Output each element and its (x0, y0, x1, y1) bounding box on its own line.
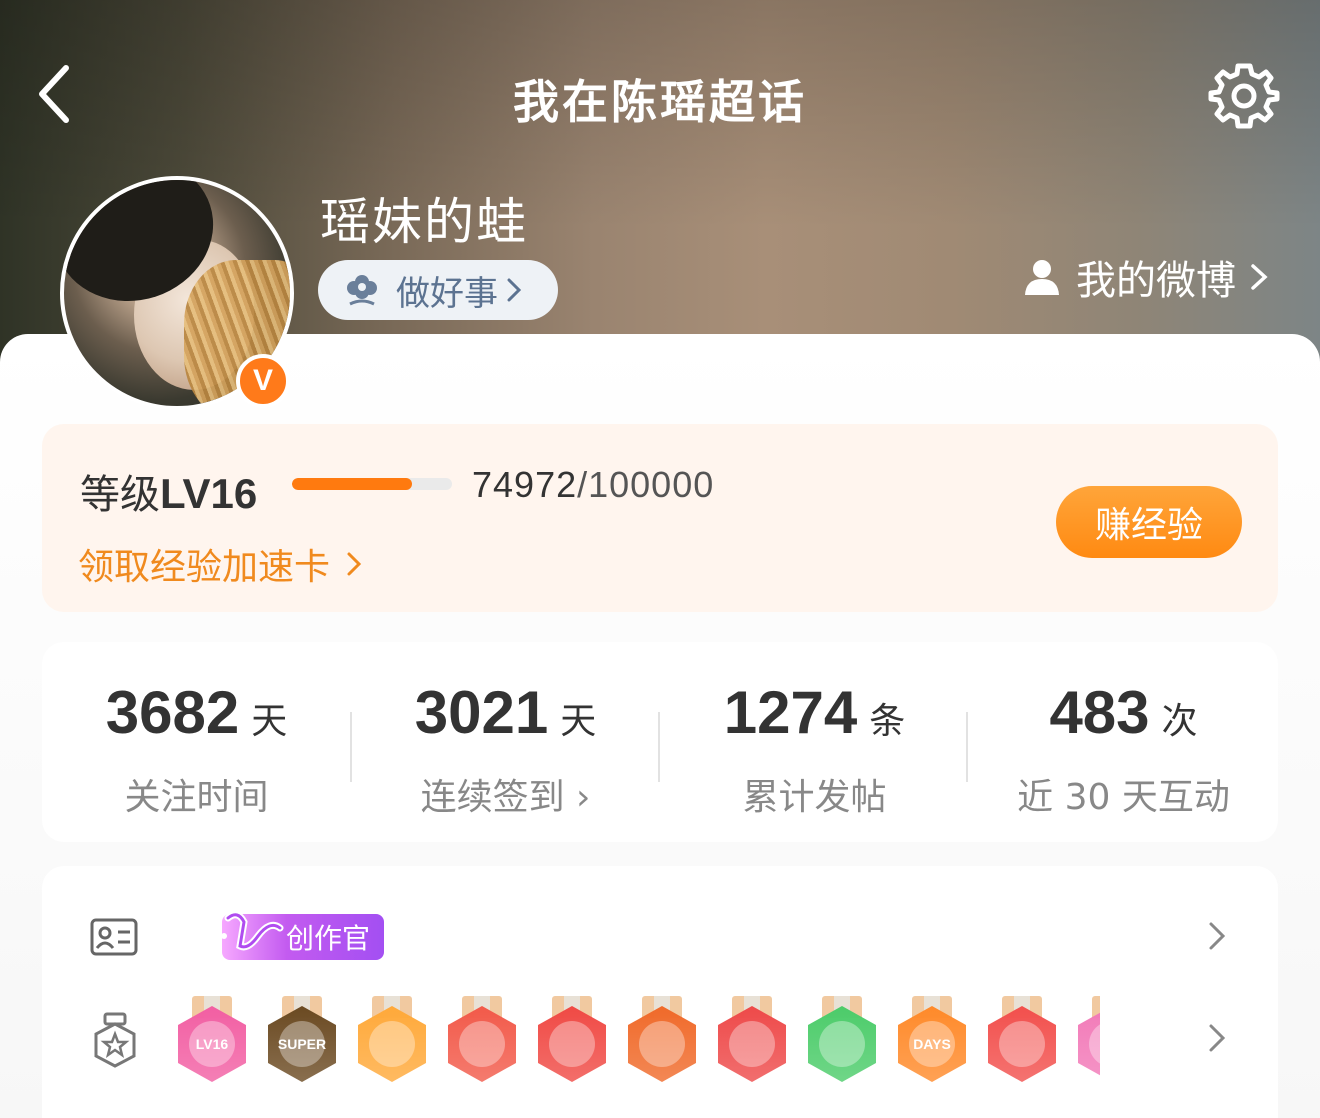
dragon-medal-1[interactable] (448, 996, 516, 1082)
chevron-right-icon (347, 552, 362, 576)
stat-value: 3021 天 (351, 678, 660, 747)
medal-emblem: DAYS (909, 1021, 955, 1067)
stat-value: 1274 条 (660, 678, 969, 747)
chevron-right-icon (1251, 264, 1268, 290)
speed-card-link[interactable]: 领取经验加速卡 (78, 538, 362, 590)
my-weibo-label: 我的微博 (1076, 258, 1236, 304)
stat-unit: 条 (869, 701, 906, 742)
trophy-medal[interactable] (988, 996, 1056, 1082)
medal-emblem (459, 1021, 505, 1067)
medal-list[interactable]: LV16 SUPER DAYS (178, 996, 1100, 1086)
flower-icon (347, 275, 377, 306)
medal-face (718, 1006, 786, 1082)
stat-label: 近 30 天互动 (1017, 777, 1230, 818)
stat-total-posts: 1274 条 累计发帖 (660, 642, 969, 842)
person-icon (1025, 260, 1059, 295)
medal-face: DAYS (898, 1006, 966, 1082)
stat-interactions: 483 次 近 30 天互动 (969, 642, 1278, 842)
creator-tag-label: 创作官 (286, 922, 371, 955)
chevron-right-icon (507, 278, 522, 302)
stat-checkin-days[interactable]: 3021 天 连续签到 › (351, 642, 660, 842)
crown-medal[interactable] (358, 996, 426, 1082)
dragon-medal-2[interactable] (538, 996, 606, 1082)
stat-number: 3682 (105, 679, 240, 746)
gear-icon[interactable] (1208, 60, 1280, 132)
medal-face (988, 1006, 1056, 1082)
id-card-icon (90, 918, 138, 956)
stat-unit: 次 (1161, 701, 1198, 742)
medal-emblem (549, 1021, 595, 1067)
medal-face (1078, 1006, 1100, 1082)
medal-face (358, 1006, 426, 1082)
medal-emblem (819, 1021, 865, 1067)
lv16-medal[interactable]: LV16 (178, 996, 246, 1082)
exp-progress-bar (292, 478, 452, 490)
medal-face: LV16 (178, 1006, 246, 1082)
page-title: 我在陈瑶超话 (513, 75, 807, 129)
earn-exp-button[interactable]: 赚经验 (1056, 486, 1242, 558)
username: 瑶妹的蛙 (320, 193, 528, 251)
good-deed-button[interactable]: 做好事 (318, 260, 558, 320)
medal-emblem (1089, 1021, 1100, 1067)
creator-mark-icon (221, 911, 284, 951)
stat-unit: 天 (251, 701, 288, 742)
medal-emblem: LV16 (189, 1021, 235, 1067)
level-label: 等级LV16 (80, 462, 257, 520)
medal-face (628, 1006, 696, 1082)
stat-number: 483 (1049, 679, 1150, 746)
exp-max: /100000 (577, 464, 715, 505)
level-value: LV16 (160, 470, 258, 517)
speed-card-label: 领取经验加速卡 (78, 547, 331, 588)
hand-medal[interactable] (808, 996, 876, 1082)
level-card: 等级LV16 74972/100000 领取经验加速卡 赚经验 (42, 424, 1278, 612)
stat-number: 3021 (414, 679, 549, 746)
super-medal[interactable]: SUPER (268, 996, 336, 1082)
stat-follow-days: 3682 天 关注时间 (42, 642, 351, 842)
good-deed-label: 做好事 (396, 273, 498, 314)
100-days-medal[interactable]: DAYS (898, 996, 966, 1082)
my-weibo-link[interactable]: 我的微博 (1022, 248, 1268, 306)
medal-face (538, 1006, 606, 1082)
exp-progress-fill (292, 478, 412, 490)
divider (966, 712, 968, 782)
exp-current: 74972 (472, 464, 578, 505)
stat-value: 483 次 (969, 678, 1278, 747)
stat-number: 1274 (723, 679, 858, 746)
verified-badge-icon: V (236, 354, 290, 408)
medal-emblem (369, 1021, 415, 1067)
chevron-right-icon[interactable] (1208, 920, 1226, 952)
medal-emblem (639, 1021, 685, 1067)
medal-face: SUPER (268, 1006, 336, 1082)
partial-medal[interactable] (1078, 996, 1100, 1082)
stat-value: 3682 天 (42, 678, 351, 747)
medal-face (448, 1006, 516, 1082)
exp-text: 74972/100000 (472, 464, 714, 506)
stat-label: 连续签到 › (420, 777, 591, 818)
medal-icon (94, 1012, 136, 1068)
stat-label: 累计发帖 (742, 777, 887, 818)
level-prefix: 等级 (80, 472, 160, 518)
medal-face (808, 1006, 876, 1082)
stat-unit: 天 (560, 701, 597, 742)
medal-emblem: SUPER (278, 1021, 326, 1067)
badge-card: 创作官 LV16 SUPER DAYS (42, 866, 1278, 1118)
creator-tag[interactable]: 创作官 (221, 911, 384, 960)
rabbit-medal[interactable] (718, 996, 786, 1082)
medal-emblem (729, 1021, 775, 1067)
stat-label: 关注时间 (124, 777, 269, 818)
chevron-right-icon[interactable] (1208, 1022, 1226, 1054)
stats-card: 3682 天 关注时间 3021 天 连续签到 › 1274 条 累计发帖 483 次 … (42, 642, 1278, 842)
medal-emblem (999, 1021, 1045, 1067)
dragon-medal-3[interactable] (628, 996, 696, 1082)
